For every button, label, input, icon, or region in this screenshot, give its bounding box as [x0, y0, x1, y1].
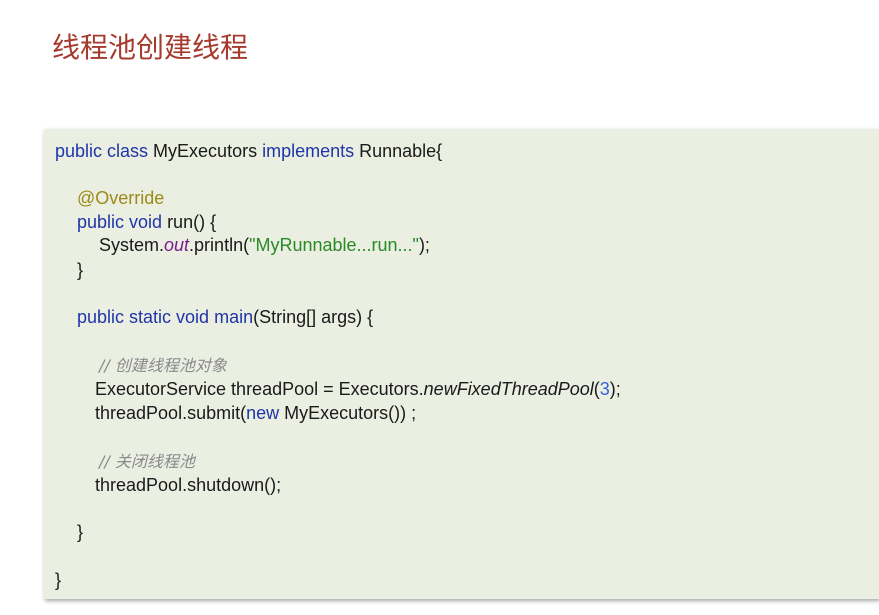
class-name: MyExecutors	[148, 141, 263, 161]
code-line-close-brace: }	[77, 259, 83, 281]
code-text: MyExecutors()) ;	[279, 403, 417, 423]
code-text: .println(	[189, 235, 250, 255]
code-line-comment-create: // 创建线程池对象	[99, 354, 227, 377]
static-method: newFixedThreadPool	[423, 379, 594, 399]
keyword: public class	[55, 141, 149, 161]
code-line-create-pool: ExecutorService threadPool = Executors.n…	[95, 378, 621, 400]
code-line-submit: threadPool.submit(new MyExecutors()) ;	[95, 402, 416, 424]
keyword: public void	[77, 212, 163, 232]
static-field: out	[164, 235, 190, 255]
code-text: run() {	[162, 212, 217, 232]
code-text: (String[] args) {	[253, 307, 374, 327]
code-comment: // 关闭线程池	[99, 452, 195, 471]
keyword: public static void	[77, 307, 210, 327]
code-line-annotation: @Override	[77, 187, 164, 209]
code-text: }	[55, 570, 62, 590]
code-line-close-brace: }	[77, 521, 83, 543]
code-text: Runnable{	[354, 141, 443, 161]
code-text: }	[77, 260, 84, 280]
code-text: threadPool.submit(	[95, 403, 247, 423]
code-text: ExecutorService threadPool = Executors.	[95, 379, 424, 399]
code-text: System.	[99, 235, 165, 255]
code-panel: public class MyExecutors implements Runn…	[44, 129, 879, 599]
code-text: threadPool.shutdown();	[95, 475, 282, 495]
code-line-close-brace: }	[55, 569, 61, 591]
annotation: @Override	[77, 188, 165, 208]
slide-title: 线程池创建线程	[52, 31, 249, 64]
code-line-main-signature: public static void main(String[] args) {	[77, 306, 373, 328]
code-line-comment-shutdown: // 关闭线程池	[99, 450, 195, 473]
code-line-shutdown: threadPool.shutdown();	[95, 474, 281, 496]
code-line-println: System.out.println("MyRunnable...run..."…	[99, 234, 430, 256]
code-line-class-declaration: public class MyExecutors implements Runn…	[55, 140, 442, 162]
number-literal: 3	[599, 379, 610, 399]
code-text: );	[609, 379, 621, 399]
keyword: new	[246, 403, 280, 423]
keyword: implements	[262, 141, 355, 161]
string-literal: "MyRunnable...run..."	[249, 235, 419, 255]
method-name: main	[209, 307, 254, 327]
code-comment: // 创建线程池对象	[99, 356, 227, 375]
code-text: }	[77, 522, 84, 542]
code-line-run-signature: public void run() {	[77, 211, 216, 233]
code-text: );	[418, 235, 430, 255]
